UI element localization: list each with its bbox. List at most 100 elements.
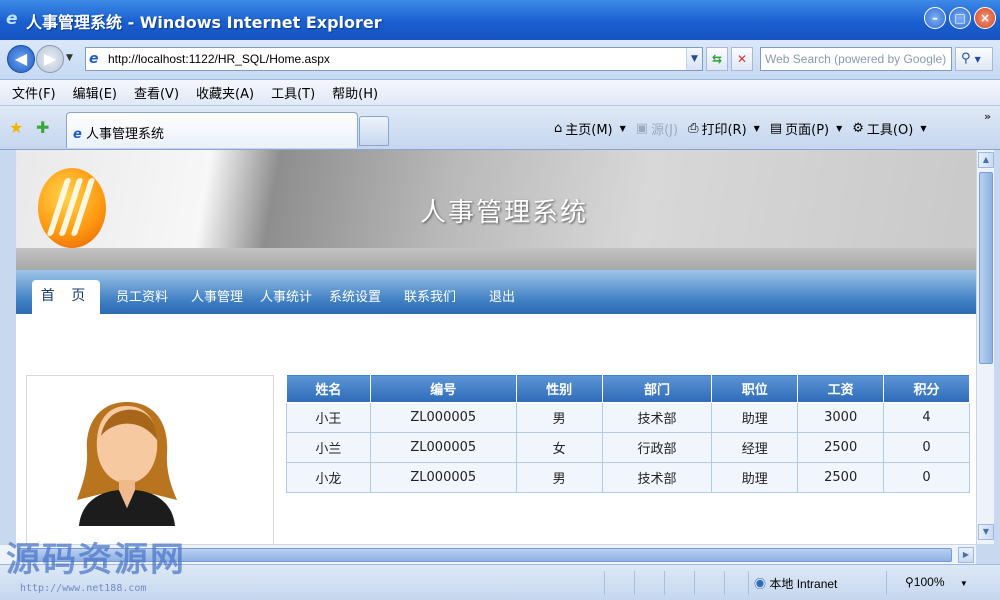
menu-help[interactable]: 帮助(H): [332, 83, 378, 102]
url-text[interactable]: http://localhost:1122/HR_SQL/Home.aspx: [108, 52, 686, 66]
tab-bar: ★ ✚ e 人事管理系统 ⌂ 主页(M) ▼ ▣ 源(J) ⎙ 打印(R) ▼ ▤ 页面(P…: [0, 106, 1000, 150]
tab-label: 人事管理系统: [85, 127, 164, 142]
banner-stripe: [16, 248, 976, 270]
page-menu-icon: ▤: [769, 121, 783, 136]
security-zone[interactable]: ◉ 本地 Intranet: [754, 575, 837, 592]
window-title-bar: e 人事管理系统 - Windows Internet Explorer – □…: [0, 0, 1000, 40]
refresh-button[interactable]: ⇆: [706, 47, 728, 71]
page-viewport: 人事管理系统 首 页 员工资料 人事管理 人事统计 系统设置 联系我们 退出 姓…: [16, 150, 976, 544]
scroll-right-button[interactable]: ▶: [958, 547, 974, 563]
home-dropdown-icon[interactable]: ▼: [620, 124, 626, 133]
minimize-button[interactable]: –: [924, 7, 946, 29]
nav-system-settings[interactable]: 系统设置: [329, 286, 381, 305]
table-row[interactable]: 小兰 ZL000005 女 行政部 经理 2500 0: [286, 432, 970, 463]
cell-points: 4: [883, 402, 970, 433]
column-header: 部门: [601, 374, 713, 403]
print-dropdown-icon[interactable]: ▼: [754, 124, 760, 133]
history-dropdown-icon[interactable]: ▼: [66, 53, 73, 63]
cell-id: ZL000005: [369, 432, 517, 463]
watermark-url: http://www.net188.com: [20, 583, 147, 594]
search-dropdown-icon: ▼: [974, 55, 981, 64]
tab-current[interactable]: e 人事管理系统: [66, 112, 358, 148]
vertical-scrollbar[interactable]: ▲ ▼: [976, 150, 994, 544]
printer-icon: ⎙: [688, 121, 699, 136]
column-header: 职位: [711, 374, 799, 403]
address-toolbar: ◀ ▶ ▼ e http://localhost:1122/HR_SQL/Hom…: [0, 40, 1000, 80]
home-icon: ⌂: [554, 121, 563, 136]
staff-table: 姓名 编号 性别 部门 职位 工资 积分 小王 ZL000005 男 技术部 助…: [286, 374, 970, 493]
photo-panel: [26, 375, 274, 544]
search-button[interactable]: ⚲ ▼: [955, 47, 993, 71]
nav-home[interactable]: 首 页: [32, 280, 100, 314]
tools-button[interactable]: ⚙ 工具(O) ▼: [852, 119, 926, 138]
menu-tools[interactable]: 工具(T): [271, 83, 315, 102]
address-field[interactable]: e http://localhost:1122/HR_SQL/Home.aspx…: [85, 47, 703, 71]
intranet-icon: ◉: [754, 577, 767, 591]
back-button[interactable]: ◀: [7, 45, 35, 73]
cell-position: 助理: [711, 462, 799, 493]
zoom-icon: ⚲: [905, 575, 914, 589]
page-dropdown-icon[interactable]: ▼: [836, 124, 842, 133]
cell-position: 经理: [711, 432, 799, 463]
nav-hr-statistics[interactable]: 人事统计: [260, 286, 312, 305]
menu-edit[interactable]: 编辑(E): [73, 83, 117, 102]
column-header: 工资: [797, 374, 885, 403]
favorites-star-icon[interactable]: ★: [9, 118, 23, 137]
print-button[interactable]: ⎙ 打印(R) ▼: [688, 119, 760, 138]
nav-logout[interactable]: 退出: [489, 286, 515, 305]
cell-department: 技术部: [601, 462, 713, 493]
cell-name: 小兰: [286, 432, 371, 463]
menu-favorites[interactable]: 收藏夹(A): [196, 83, 254, 102]
cell-department: 行政部: [601, 432, 713, 463]
cell-position: 助理: [711, 402, 799, 433]
add-favorite-icon[interactable]: ✚: [36, 118, 49, 137]
cell-salary: 2500: [797, 462, 885, 493]
cell-id: ZL000005: [369, 402, 517, 433]
page-button[interactable]: ▤ 页面(P) ▼: [770, 119, 842, 138]
cell-name: 小龙: [286, 462, 371, 493]
table-header-row: 姓名 编号 性别 部门 职位 工资 积分: [286, 374, 970, 403]
nav-hr-management[interactable]: 人事管理: [191, 286, 243, 305]
nav-staff-info[interactable]: 员工资料: [116, 286, 168, 305]
site-logo-icon: [38, 168, 106, 248]
cell-gender: 男: [515, 402, 603, 433]
vertical-scroll-thumb[interactable]: [979, 172, 993, 364]
menu-bar: 文件(F) 编辑(E) 查看(V) 收藏夹(A) 工具(T) 帮助(H): [0, 80, 1000, 106]
cell-salary: 2500: [797, 432, 885, 463]
search-input[interactable]: Web Search (powered by Google): [760, 47, 952, 71]
site-nav: 首 页 员工资料 人事管理 人事统计 系统设置 联系我们 退出: [16, 270, 976, 314]
new-tab-button[interactable]: [359, 116, 389, 146]
table-row[interactable]: 小龙 ZL000005 男 技术部 助理 2500 0: [286, 462, 970, 493]
cell-points: 0: [883, 462, 970, 493]
menu-view[interactable]: 查看(V): [134, 83, 179, 102]
home-button[interactable]: ⌂ 主页(M) ▼: [554, 119, 626, 138]
cell-id: ZL000005: [369, 462, 517, 493]
cell-salary: 3000: [797, 402, 885, 433]
maximize-button[interactable]: □: [949, 7, 971, 29]
tools-dropdown-icon[interactable]: ▼: [920, 124, 926, 133]
forward-button[interactable]: ▶: [36, 45, 64, 73]
scroll-up-button[interactable]: ▲: [978, 152, 994, 168]
column-header: 姓名: [286, 374, 371, 403]
table-row[interactable]: 小王 ZL000005 男 技术部 助理 3000 4: [286, 402, 970, 433]
chevron-more-icon[interactable]: »: [984, 110, 991, 123]
scroll-down-button[interactable]: ▼: [978, 524, 994, 540]
menu-file[interactable]: 文件(F): [12, 83, 56, 102]
column-header: 性别: [515, 374, 603, 403]
column-header: 编号: [369, 374, 517, 403]
stop-button[interactable]: ✕: [731, 47, 753, 71]
page-icon: e: [73, 127, 82, 142]
cell-name: 小王: [286, 402, 371, 433]
cell-gender: 女: [515, 432, 603, 463]
address-dropdown-icon[interactable]: ▼: [686, 48, 702, 70]
site-banner: 人事管理系统: [16, 150, 976, 270]
ie-logo-icon: e: [6, 9, 18, 29]
zoom-dropdown-icon[interactable]: ▼: [960, 579, 968, 588]
site-title: 人事管理系统: [420, 198, 589, 228]
search-icon: ⚲: [961, 51, 971, 66]
feeds-button[interactable]: ▣ 源(J): [636, 119, 678, 138]
close-button[interactable]: ×: [974, 7, 996, 29]
nav-contact-us[interactable]: 联系我们: [404, 286, 456, 305]
zoom-control[interactable]: ⚲100% ▼: [905, 575, 968, 589]
window-title: 人事管理系统 - Windows Internet Explorer: [26, 13, 382, 32]
